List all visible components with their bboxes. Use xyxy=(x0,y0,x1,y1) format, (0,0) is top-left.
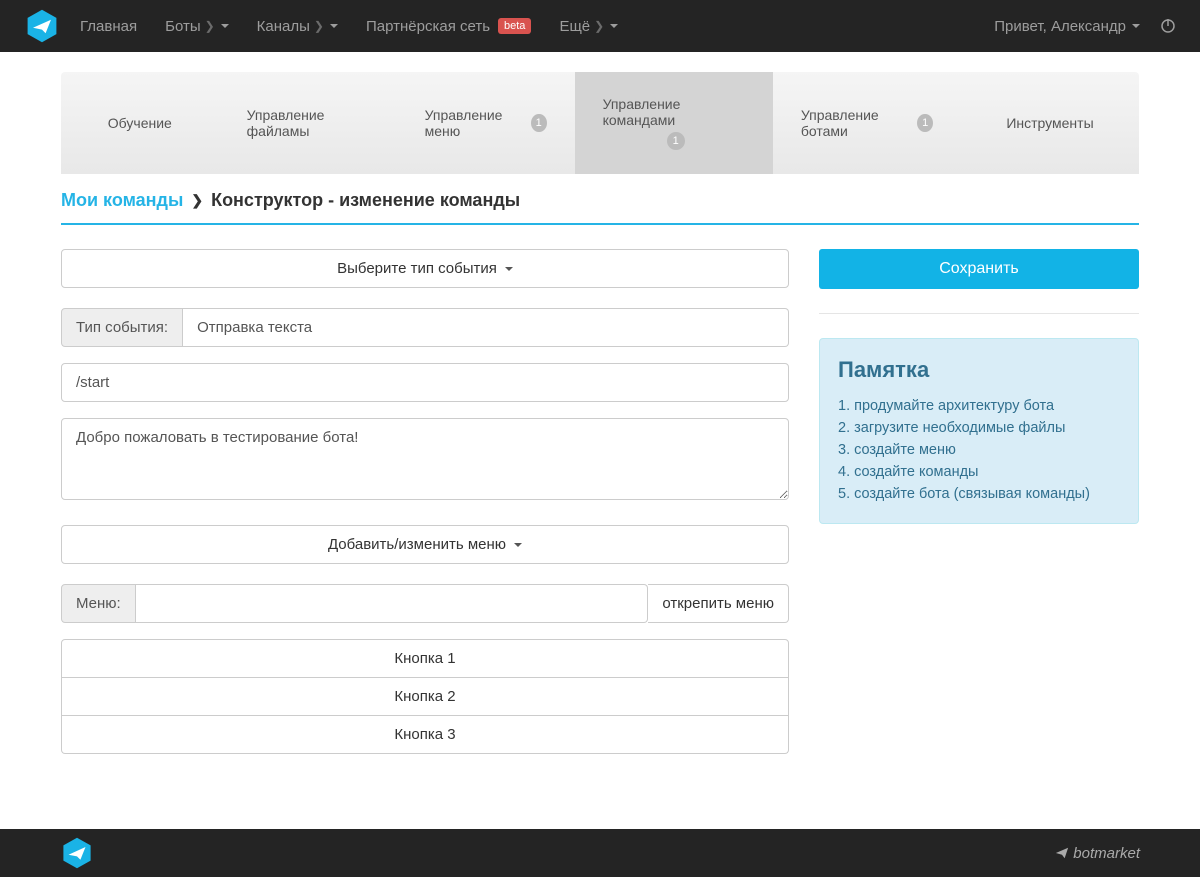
caret-down-icon xyxy=(505,267,513,271)
message-textarea[interactable] xyxy=(61,418,789,500)
tab-badge: 1 xyxy=(531,114,547,132)
memo-panel: Памятка 1. продумайте архитектуру бота 2… xyxy=(819,338,1139,524)
memo-item[interactable]: 4. создайте команды xyxy=(838,461,1120,483)
command-input[interactable] xyxy=(61,363,789,402)
event-type-value: Отправка текста xyxy=(183,308,789,347)
caret-down-icon xyxy=(330,24,338,28)
nav-partner[interactable]: Партнёрская сетьbeta xyxy=(366,18,531,35)
event-type-dropdown[interactable]: Выберите тип события xyxy=(61,249,789,288)
nav-user-greeting[interactable]: Привет, Александр xyxy=(994,18,1140,35)
memo-list: 1. продумайте архитектуру бота 2. загруз… xyxy=(838,395,1120,505)
memo-item[interactable]: 5. создайте бота (связывая команды) xyxy=(838,483,1120,505)
save-button[interactable]: Сохранить xyxy=(819,249,1139,289)
tab-training[interactable]: Обучение xyxy=(61,72,219,174)
tab-tools[interactable]: Инструменты xyxy=(961,72,1139,174)
memo-item[interactable]: 1. продумайте архитектуру бота xyxy=(838,395,1120,417)
chevron-right-icon: ❯ xyxy=(594,19,604,33)
menu-dropdown[interactable]: Добавить/изменить меню xyxy=(61,525,789,564)
menu-value xyxy=(136,584,649,623)
caret-down-icon xyxy=(610,24,618,28)
menu-button-3[interactable]: Кнопка 3 xyxy=(61,716,789,754)
footer-logo-icon[interactable] xyxy=(60,836,94,870)
nav-items: Главная Боты ❯ Каналы ❯ Партнёрская сеть… xyxy=(80,18,618,35)
caret-down-icon xyxy=(1132,24,1140,28)
form-column: Выберите тип события Тип события: Отправ… xyxy=(61,249,789,754)
breadcrumb-link[interactable]: Мои команды xyxy=(61,190,183,211)
menu-group: Меню: открепить меню xyxy=(61,584,789,623)
footer: botmarket xyxy=(0,829,1200,877)
tab-menu[interactable]: Управление меню1 xyxy=(397,72,575,174)
nav-channels[interactable]: Каналы ❯ xyxy=(257,18,338,35)
top-navbar: Главная Боты ❯ Каналы ❯ Партнёрская сеть… xyxy=(0,0,1200,52)
tab-commands[interactable]: Управление командами1 xyxy=(575,72,773,174)
menu-buttons-list: Кнопка 1 Кнопка 2 Кнопка 3 xyxy=(61,639,789,754)
menu-button-2[interactable]: Кнопка 2 xyxy=(61,678,789,716)
event-type-group: Тип события: Отправка текста xyxy=(61,308,789,347)
content-area: Выберите тип события Тип события: Отправ… xyxy=(61,229,1139,774)
chevron-right-icon: ❯ xyxy=(191,192,203,209)
menu-label: Меню: xyxy=(61,584,136,623)
breadcrumb: Мои команды ❯ Конструктор - изменение ко… xyxy=(61,174,1139,225)
unpin-menu-button[interactable]: открепить меню xyxy=(648,584,789,623)
tab-bots[interactable]: Управление ботами1 xyxy=(773,72,961,174)
tab-badge: 1 xyxy=(917,114,933,132)
tab-badge: 1 xyxy=(667,132,685,150)
tab-bar: Обучение Управление файламы Управление м… xyxy=(61,72,1139,174)
nav-main[interactable]: Главная xyxy=(80,18,137,35)
logout-icon[interactable] xyxy=(1160,18,1176,34)
logo-icon[interactable] xyxy=(24,8,60,44)
paper-plane-icon xyxy=(1055,846,1069,860)
tab-files[interactable]: Управление файламы xyxy=(219,72,397,174)
event-type-label: Тип события: xyxy=(61,308,183,347)
sidebar-column: Сохранить Памятка 1. продумайте архитект… xyxy=(819,249,1139,754)
divider xyxy=(819,313,1139,314)
breadcrumb-current: Конструктор - изменение команды xyxy=(211,190,520,211)
nav-more[interactable]: Ещё ❯ xyxy=(559,18,618,35)
caret-down-icon xyxy=(221,24,229,28)
beta-badge: beta xyxy=(498,18,531,34)
menu-button-1[interactable]: Кнопка 1 xyxy=(61,639,789,678)
caret-down-icon xyxy=(514,543,522,547)
memo-item[interactable]: 3. создайте меню xyxy=(838,439,1120,461)
memo-title: Памятка xyxy=(838,357,1120,383)
nav-bots[interactable]: Боты ❯ xyxy=(165,18,229,35)
memo-item[interactable]: 2. загрузите необходимые файлы xyxy=(838,417,1120,439)
footer-brand: botmarket xyxy=(1055,845,1140,862)
chevron-right-icon: ❯ xyxy=(205,19,215,33)
chevron-right-icon: ❯ xyxy=(314,19,324,33)
